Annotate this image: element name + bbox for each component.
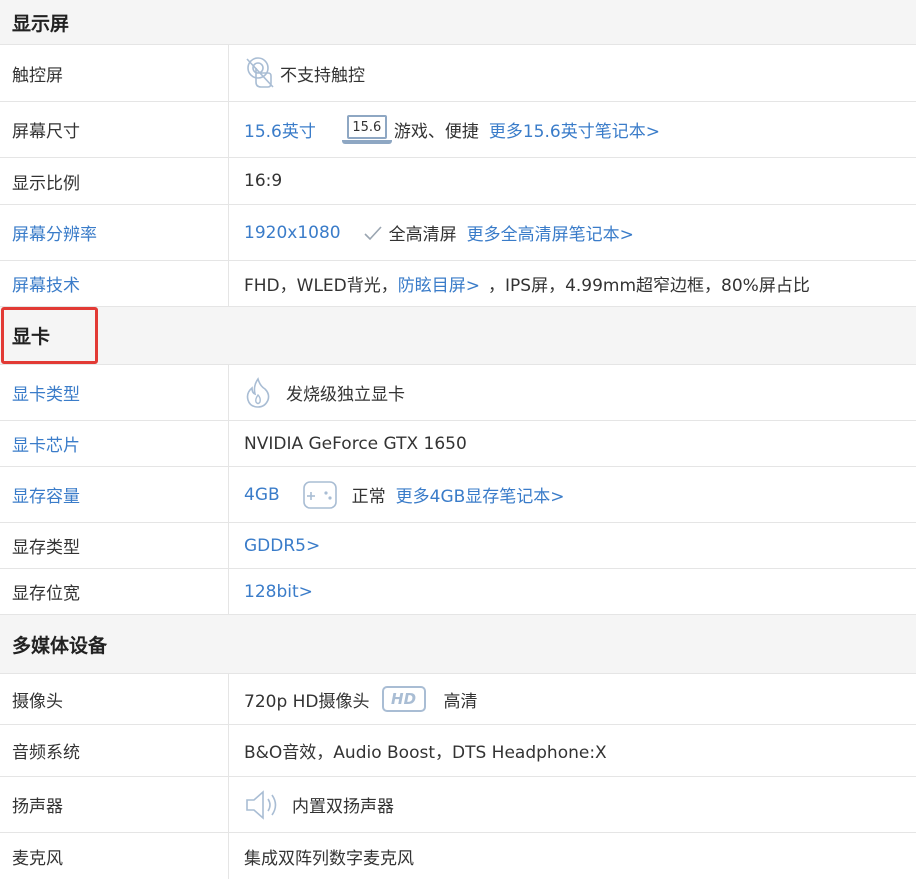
section-title: 多媒体设备	[12, 634, 108, 657]
spec-label-link[interactable]: 显卡芯片	[0, 421, 229, 466]
spec-row-vram: 显存容量 4GB 正常 更多4GB显存笔记本>	[0, 467, 916, 523]
flame-icon	[244, 376, 272, 409]
more-vram-link[interactable]: 更多4GB显存笔记本>	[396, 482, 565, 507]
section-header-gpu: 显卡	[0, 307, 916, 365]
screen-size-link[interactable]: 15.6英寸	[244, 117, 316, 142]
spec-label: 音频系统	[0, 725, 229, 776]
gpu-type-value: 发烧级独立显卡	[286, 385, 405, 405]
vram-width-link[interactable]: 128bit>	[244, 582, 313, 602]
camera-tag: 高清	[443, 691, 478, 712]
spec-row-screen-tech: 屏幕技术 FHD，WLED背光， 防眩目屏> ，IPS屏，4.99mm超窄边框，…	[0, 261, 916, 307]
spec-row-vram-type: 显存类型 GDDR5>	[0, 523, 916, 569]
screen-tech-suffix: ，IPS屏，4.99mm超窄边框，80%屏占比	[488, 276, 810, 296]
section-title: 显卡	[12, 326, 51, 348]
anti-glare-link[interactable]: 防眩目屏>	[398, 271, 480, 296]
spec-value: 4GB 正常 更多4GB显存笔记本>	[229, 467, 916, 522]
spec-value: 不支持触控	[229, 45, 916, 101]
touch-disabled-icon	[244, 56, 276, 90]
spec-label: 麦克风	[0, 833, 229, 879]
spec-label-link[interactable]: 显存容量	[0, 467, 229, 522]
hd-icon: HD	[381, 686, 426, 712]
spec-row-aspect-ratio: 显示比例 16:9	[0, 158, 916, 205]
spec-value: GDDR5>	[229, 523, 916, 568]
spec-value: 720p HD摄像头 HD 高清	[229, 674, 916, 724]
spec-label: 显示比例	[0, 158, 229, 204]
spec-value: 128bit>	[229, 569, 916, 614]
spec-value: 15.6英寸 15.6 游戏、便捷 更多15.6英寸笔记本>	[229, 102, 916, 157]
checkmark-icon	[363, 225, 383, 241]
spec-row-vram-width: 显存位宽 128bit>	[0, 569, 916, 615]
spec-row-microphone: 麦克风 集成双阵列数字麦克风	[0, 833, 916, 879]
spec-label: 触控屏	[0, 45, 229, 101]
spec-label: 屏幕尺寸	[0, 102, 229, 157]
spec-label-link[interactable]: 屏幕分辨率	[0, 205, 229, 260]
audio-value: B&O音效，Audio Boost，DTS Headphone:X	[244, 743, 607, 763]
resolution-link[interactable]: 1920x1080	[244, 223, 341, 243]
spec-value: 1920x1080 全高清屏 更多全高清屏笔记本>	[229, 205, 916, 260]
gamepad-icon	[302, 480, 338, 510]
gpu-chip-value: NVIDIA GeForce GTX 1650	[244, 433, 467, 454]
spec-row-gpu-type: 显卡类型 发烧级独立显卡	[0, 365, 916, 421]
touch-value: 不支持触控	[280, 65, 365, 86]
more-resolution-link[interactable]: 更多全高清屏笔记本>	[467, 220, 634, 245]
section-header-multimedia: 多媒体设备	[0, 615, 916, 674]
laptop-screen-icon: 15.6	[341, 115, 392, 144]
spec-label: 显存类型	[0, 523, 229, 568]
spec-row-camera: 摄像头 720p HD摄像头 HD 高清	[0, 674, 916, 725]
screen-size-badge: 15.6	[346, 115, 387, 139]
spec-label: 摄像头	[0, 674, 229, 724]
speaker-icon	[244, 789, 280, 821]
spec-value: 内置双扬声器	[229, 777, 916, 832]
vram-link[interactable]: 4GB	[244, 485, 280, 505]
screen-size-tag: 游戏、便捷	[393, 122, 479, 142]
spec-row-resolution: 屏幕分辨率 1920x1080 全高清屏 更多全高清屏笔记本>	[0, 205, 916, 261]
spec-row-gpu-chip: 显卡芯片 NVIDIA GeForce GTX 1650	[0, 421, 916, 467]
section-header-display: 显示屏	[0, 0, 916, 45]
spec-row-screen-size: 屏幕尺寸 15.6英寸 15.6 游戏、便捷 更多15.6英寸笔记本>	[0, 102, 916, 158]
spec-value: 发烧级独立显卡	[229, 365, 916, 420]
resolution-tag: 全高清屏	[388, 225, 457, 245]
speaker-value: 内置双扬声器	[292, 797, 394, 817]
mic-value: 集成双阵列数字麦克风	[244, 848, 414, 869]
aspect-ratio-value: 16:9	[244, 171, 283, 191]
spec-row-speaker: 扬声器 内置双扬声器	[0, 777, 916, 833]
spec-row-touch: 触控屏 不支持触控	[0, 45, 916, 102]
spec-row-audio: 音频系统 B&O音效，Audio Boost，DTS Headphone:X	[0, 725, 916, 777]
spec-label-link[interactable]: 屏幕技术	[0, 261, 229, 306]
section-title: 显示屏	[12, 12, 70, 35]
spec-label: 显存位宽	[0, 569, 229, 614]
more-screen-size-link[interactable]: 更多15.6英寸笔记本>	[489, 117, 660, 142]
screen-tech-prefix: FHD，WLED背光，	[244, 276, 398, 296]
spec-label-link[interactable]: 显卡类型	[0, 365, 229, 420]
spec-label: 扬声器	[0, 777, 229, 832]
camera-value: 720p HD摄像头	[244, 691, 370, 712]
spec-value: FHD，WLED背光， 防眩目屏> ，IPS屏，4.99mm超窄边框，80%屏占…	[229, 261, 916, 306]
vram-type-link[interactable]: GDDR5>	[244, 536, 320, 556]
vram-tag: 正常	[351, 487, 386, 507]
